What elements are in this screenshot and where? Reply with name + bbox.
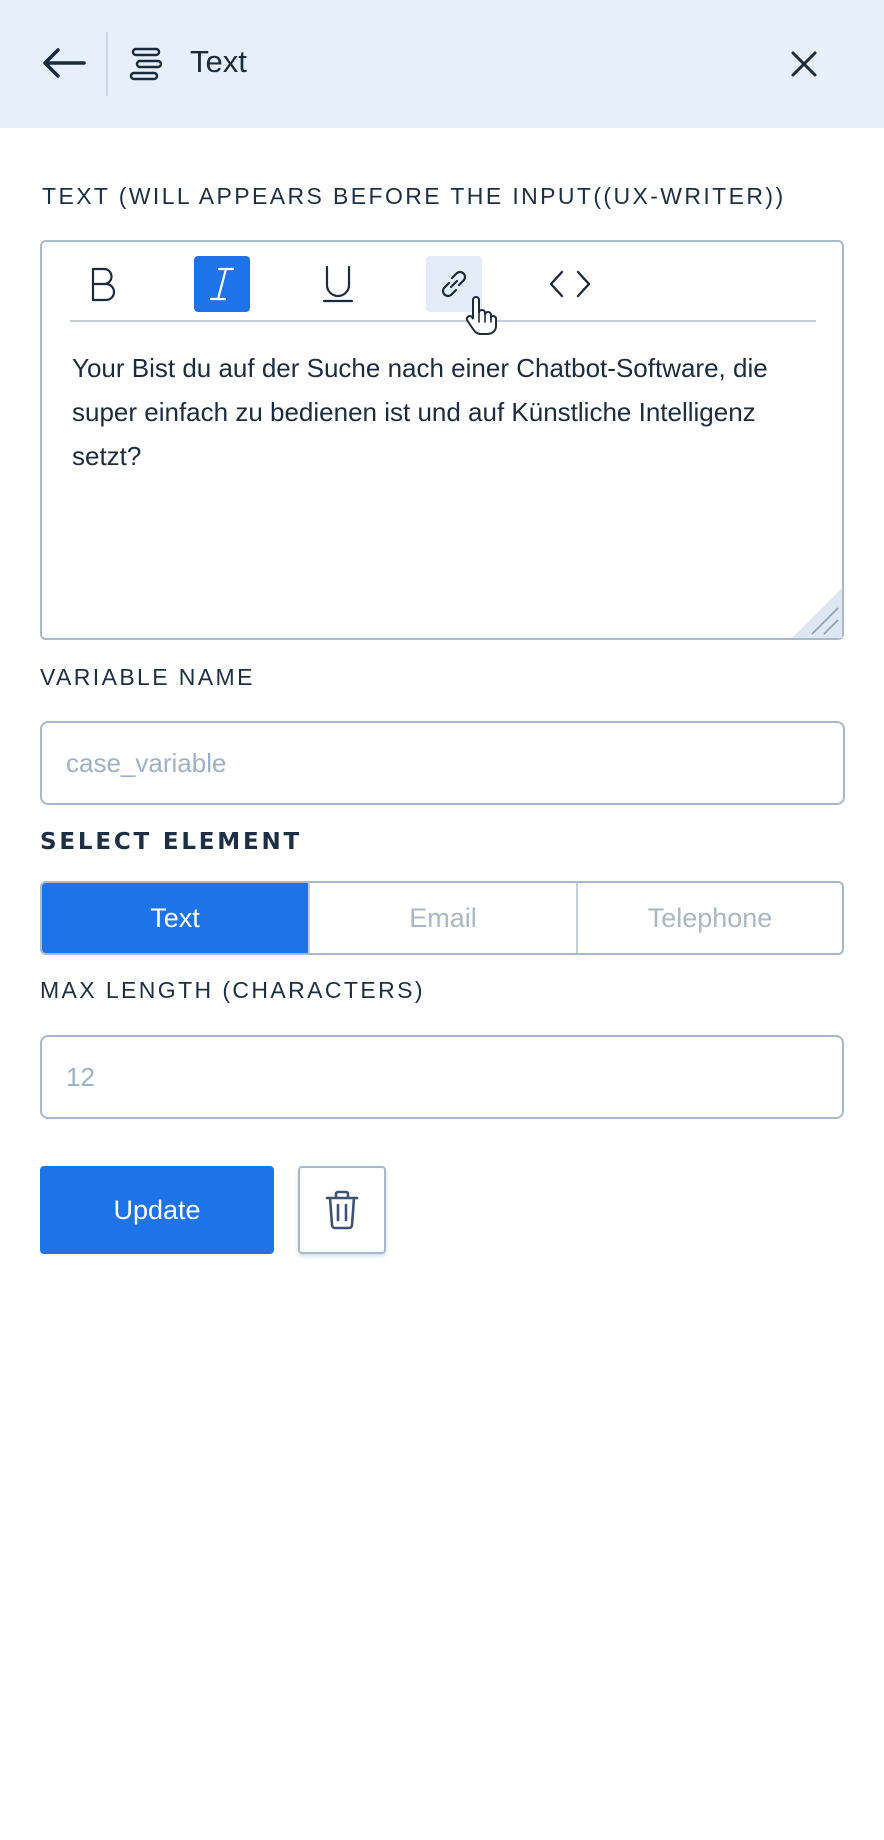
underline-icon: [322, 265, 354, 303]
code-button[interactable]: [542, 256, 598, 312]
resize-handle-icon[interactable]: [792, 588, 842, 638]
option-text[interactable]: Text: [42, 883, 308, 953]
editor-label: TEXT (WILL APPEARS BEFORE THE INPUT((UX-…: [42, 183, 786, 209]
editor-toolbar: [70, 256, 816, 335]
back-button[interactable]: [36, 38, 92, 88]
pointer-cursor-icon: [465, 296, 497, 335]
max-length-input[interactable]: [40, 1035, 844, 1119]
text-align-icon: [129, 47, 163, 81]
arrow-left-icon: [43, 48, 86, 78]
variable-name-input[interactable]: [40, 721, 845, 805]
option-telephone[interactable]: Telephone: [576, 883, 842, 953]
panel-header: Text: [0, 0, 884, 128]
option-email[interactable]: Email: [308, 883, 576, 953]
panel-title: Text: [190, 44, 247, 79]
close-button[interactable]: [782, 40, 826, 88]
trash-icon: [325, 1190, 359, 1230]
italic-icon: [209, 267, 235, 301]
element-type-selector: Text Email Telephone: [40, 881, 844, 955]
editor-content[interactable]: Your Bist du auf der Suche nach einer Ch…: [72, 346, 812, 478]
select-element-label: SELECT ELEMENT: [40, 829, 303, 855]
bold-button[interactable]: [74, 256, 130, 312]
variable-name-label: VARIABLE NAME: [40, 664, 255, 690]
close-icon: [791, 51, 817, 77]
underline-button[interactable]: [310, 256, 366, 312]
rich-text-editor[interactable]: Your Bist du auf der Suche nach einer Ch…: [40, 240, 844, 640]
bold-icon: [91, 267, 116, 302]
delete-button[interactable]: [298, 1166, 386, 1254]
update-button[interactable]: Update: [40, 1166, 274, 1254]
max-length-label: MAX LENGTH (CHARACTERS): [40, 977, 425, 1003]
code-icon: [549, 270, 591, 298]
header-divider: [106, 32, 108, 96]
italic-button[interactable]: [194, 256, 250, 312]
